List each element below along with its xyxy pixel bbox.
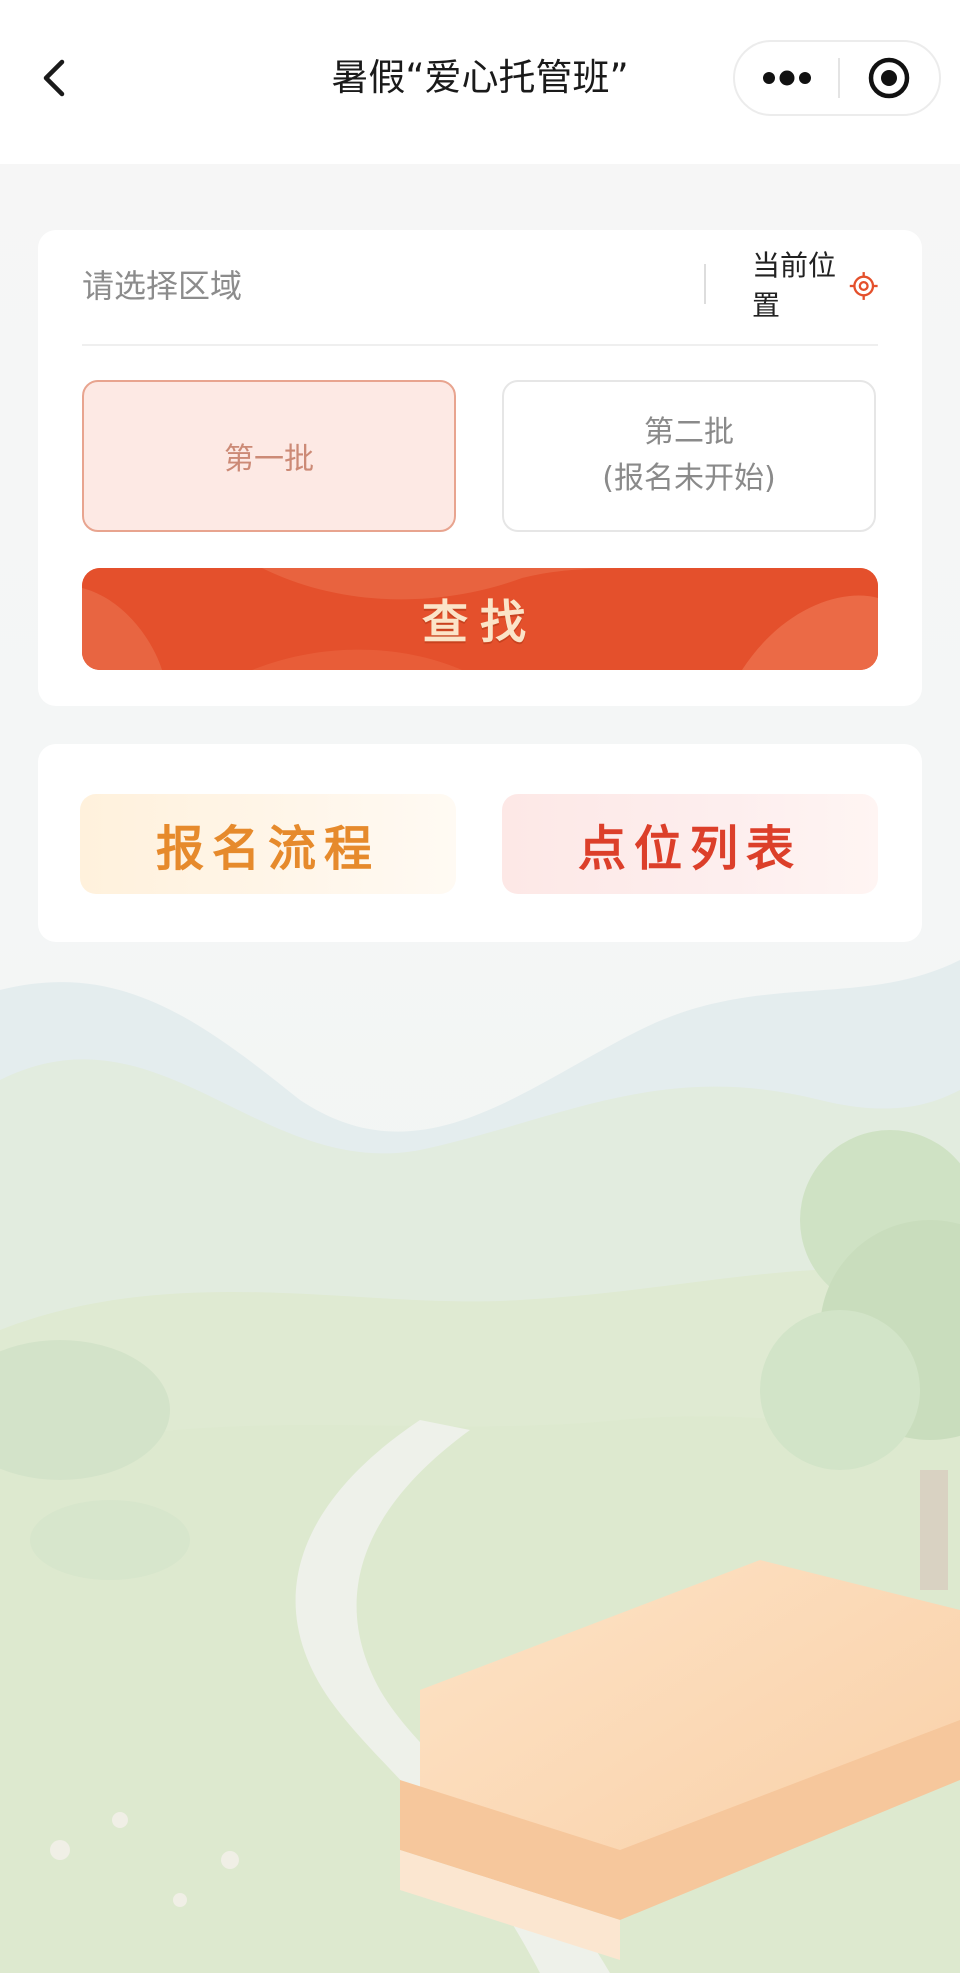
site-list-label: 点位列表 <box>577 821 802 877</box>
region-select-field[interactable]: 请选择区域 <box>82 264 242 308</box>
close-mini-program-button[interactable] <box>839 42 939 114</box>
current-location-button[interactable]: 当前位置 <box>752 249 878 322</box>
batch-status-note: (报名未开始) <box>602 461 776 496</box>
batch-label: 第一批 <box>224 442 314 477</box>
target-circle-icon <box>868 57 910 99</box>
search-button[interactable]: 查找 <box>82 568 878 670</box>
region-divider <box>704 264 706 304</box>
location-crosshair-icon <box>849 272 878 300</box>
batch-option-second[interactable]: 第二批 (报名未开始) <box>502 380 876 532</box>
registration-process-label: 报名流程 <box>155 821 380 877</box>
site-list-button[interactable]: 点位列表 <box>502 794 878 894</box>
search-card: 请选择区域 当前位置 第一批 第二批 (报名未开始) 查找 <box>38 230 922 706</box>
shortcut-card: 报名流程 点位列表 <box>38 744 922 942</box>
page-title: 暑假“爱心托管班” <box>331 56 629 99</box>
chevron-left-icon <box>43 59 65 97</box>
mini-program-capsule <box>733 40 941 116</box>
top-navigation-bar: 暑假“爱心托管班” <box>0 0 960 164</box>
registration-process-button[interactable]: 报名流程 <box>80 794 456 894</box>
batch-label: 第二批 <box>644 415 734 450</box>
more-menu-button[interactable] <box>735 42 839 114</box>
current-location-label: 当前位置 <box>752 249 837 322</box>
batch-option-first[interactable]: 第一批 <box>82 380 456 532</box>
search-button-label: 查找 <box>422 595 538 649</box>
region-selector-row: 请选择区域 当前位置 <box>82 230 878 346</box>
back-button[interactable] <box>22 42 86 114</box>
more-dots-icon <box>763 70 811 86</box>
